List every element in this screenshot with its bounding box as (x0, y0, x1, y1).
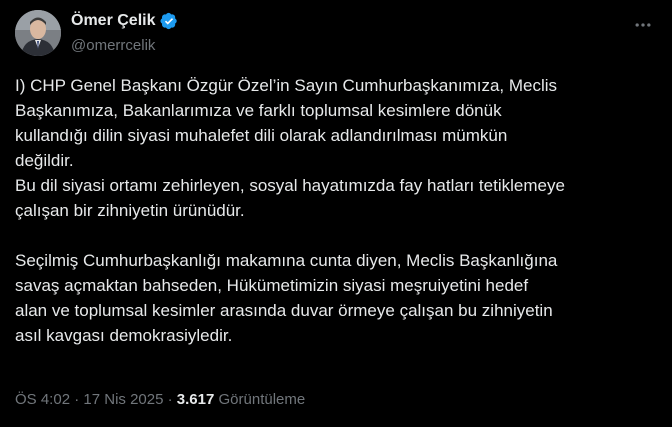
meta-separator: · (163, 391, 177, 408)
views-count: 3.617 (176, 391, 215, 408)
tweet-date[interactable]: 17 Nis 2025 (83, 391, 163, 408)
verified-badge-icon[interactable] (160, 12, 178, 30)
author-name-row: Ömer Çelik (71, 11, 178, 31)
profile-photo-avatar-icon (15, 10, 61, 56)
tweet-card: Ömer Çelik @omerrcelik I) CHP Genel Başk… (0, 0, 672, 427)
avatar[interactable] (15, 10, 61, 56)
author-display-name[interactable]: Ömer Çelik (71, 11, 155, 31)
tweet-meta: ÖS 4:02 · 17 Nis 2025 · 3.617 Görüntülem… (15, 390, 305, 410)
tweet-text: I) CHP Genel Başkanı Özgür Özel’in Sayın… (15, 76, 565, 345)
meta-separator: · (70, 391, 84, 408)
more-horizontal-icon (635, 23, 651, 27)
author-handle[interactable]: @omerrcelik (71, 36, 155, 56)
tweet-time[interactable]: ÖS 4:02 (15, 391, 70, 408)
views-label: Görüntüleme (214, 391, 306, 408)
more-options-button[interactable] (628, 10, 658, 40)
